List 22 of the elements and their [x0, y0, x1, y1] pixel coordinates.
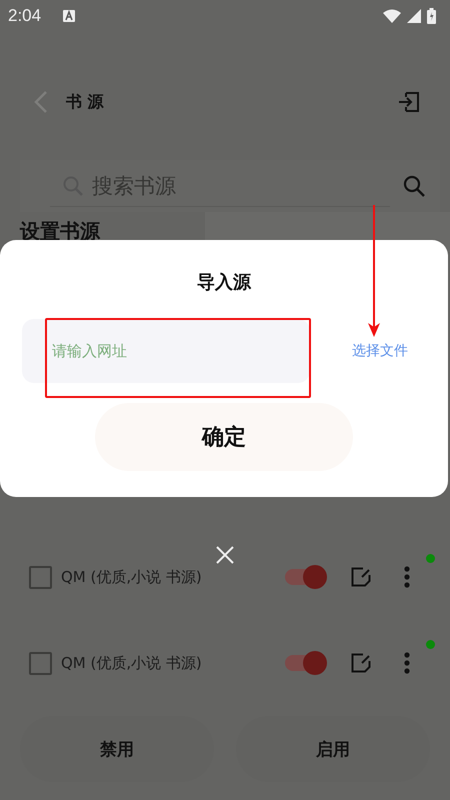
search-icon[interactable]	[402, 174, 426, 198]
source-name: QM (优质,小说 书源)	[61, 654, 202, 672]
more-icon[interactable]	[404, 566, 410, 588]
close-icon[interactable]	[216, 546, 234, 564]
url-input-field[interactable]: 请输入网址	[22, 319, 310, 383]
import-icon[interactable]	[398, 91, 420, 113]
edit-icon[interactable]	[351, 567, 371, 587]
notification-icon	[63, 10, 76, 22]
section-title: 设置书源	[20, 218, 100, 245]
more-icon[interactable]	[404, 652, 410, 674]
wifi-icon	[383, 9, 401, 23]
checkbox[interactable]	[29, 652, 52, 674]
battery-icon	[427, 8, 436, 24]
page-title: 书 源	[66, 92, 104, 112]
dialog-title: 导入源	[197, 271, 251, 294]
checkbox[interactable]	[29, 566, 52, 588]
source-name: QM (优质,小说 书源)	[61, 568, 202, 586]
choose-file-link[interactable]: 选择文件	[352, 342, 408, 360]
edit-icon[interactable]	[351, 653, 371, 673]
status-time: 2:04	[8, 6, 42, 26]
confirm-button[interactable]: 确定	[95, 403, 353, 471]
signal-icon	[407, 9, 421, 23]
